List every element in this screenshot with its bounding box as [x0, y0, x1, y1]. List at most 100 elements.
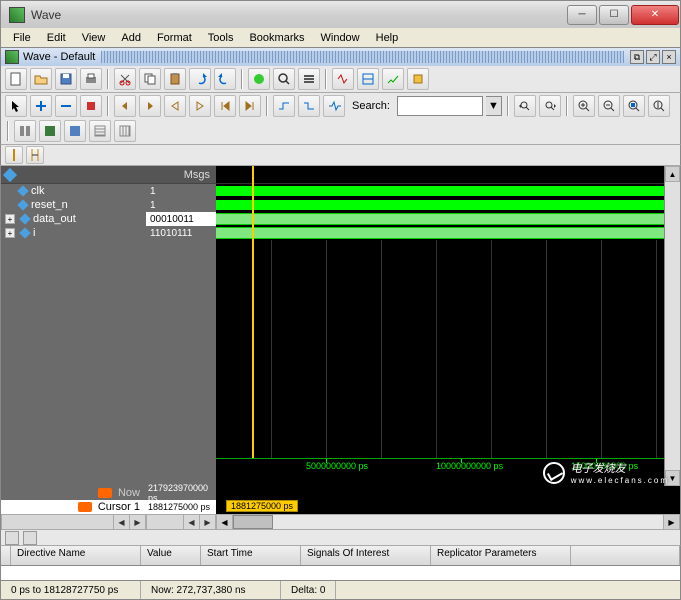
- minimize-button[interactable]: ─: [567, 5, 597, 25]
- watermark-text: 电子发烧友: [571, 463, 626, 475]
- cursor-next-icon[interactable]: [139, 95, 161, 117]
- status-now: Now: 272,737,380 ns: [141, 581, 281, 599]
- col-value[interactable]: Value: [141, 546, 201, 565]
- signal-row-i[interactable]: +i: [1, 226, 146, 240]
- menu-add[interactable]: Add: [113, 30, 149, 46]
- maximize-button[interactable]: ☐: [599, 5, 629, 25]
- save-icon[interactable]: [55, 68, 77, 90]
- cursor-time-box[interactable]: 1881275000 ps: [226, 500, 298, 512]
- waveform-pane[interactable]: 5000000000 ps 10000000000 ps 15000000000…: [216, 166, 664, 486]
- trans-fall-icon[interactable]: [298, 95, 320, 117]
- scroll-up-icon[interactable]: ▲: [665, 166, 680, 182]
- menu-view[interactable]: View: [74, 30, 114, 46]
- cursor-tool-icon[interactable]: [5, 146, 23, 164]
- zoom-full-icon[interactable]: [623, 95, 645, 117]
- menu-window[interactable]: Window: [313, 30, 368, 46]
- cursor-prev-icon[interactable]: [114, 95, 136, 117]
- scroll-left-icon[interactable]: ◀: [217, 515, 233, 529]
- layout5-icon[interactable]: [114, 120, 136, 142]
- status-delta: Delta: 0: [281, 581, 336, 599]
- expand-icon[interactable]: +: [5, 214, 15, 224]
- signal-header: [1, 166, 146, 184]
- col-extra: [571, 546, 680, 565]
- signal-row-clk[interactable]: clk: [1, 184, 146, 198]
- settings-icon[interactable]: [298, 68, 320, 90]
- cut-icon[interactable]: [114, 68, 136, 90]
- tab-filler: [101, 51, 624, 63]
- window-titlebar: Wave ─ ☐ ✕: [0, 0, 681, 28]
- now-label: Now: [118, 487, 140, 499]
- wave-tool3-icon[interactable]: [382, 68, 404, 90]
- edge-last-icon[interactable]: [239, 95, 261, 117]
- scroll-thumb[interactable]: [233, 515, 273, 529]
- undo-icon[interactable]: [189, 68, 211, 90]
- col-start-time[interactable]: Start Time: [201, 546, 301, 565]
- statusbar: 0 ps to 18128727750 ps Now: 272,737,380 …: [0, 580, 681, 600]
- bt-icon-1[interactable]: [5, 531, 19, 545]
- status-range: 0 ps to 18128727750 ps: [1, 581, 141, 599]
- pointer-icon[interactable]: [5, 95, 27, 117]
- edge-next-icon[interactable]: [189, 95, 211, 117]
- col-signals-of-interest[interactable]: Signals Of Interest: [301, 546, 431, 565]
- vertical-scrollbar[interactable]: ▲ ▼: [664, 166, 680, 486]
- undock-icon[interactable]: ⤢: [646, 50, 660, 64]
- search-fwd-icon[interactable]: [539, 95, 561, 117]
- watermark-url: www.elecfans.com: [571, 476, 669, 485]
- layout2-icon[interactable]: [39, 120, 61, 142]
- search-back-icon[interactable]: [514, 95, 536, 117]
- copy-icon[interactable]: [139, 68, 161, 90]
- menu-bookmarks[interactable]: Bookmarks: [241, 30, 312, 46]
- new-icon[interactable]: [5, 68, 27, 90]
- wave-tool2-icon[interactable]: [357, 68, 379, 90]
- paste-icon[interactable]: [164, 68, 186, 90]
- directive-table-header: Directive Name Value Start Time Signals …: [0, 546, 681, 566]
- menu-tools[interactable]: Tools: [200, 30, 242, 46]
- scroll-right-icon[interactable]: ▶: [663, 515, 679, 529]
- signal-row-data-out[interactable]: +data_out: [1, 212, 146, 226]
- layout4-icon[interactable]: [89, 120, 111, 142]
- wave-tool4-icon[interactable]: [407, 68, 429, 90]
- find-icon[interactable]: [273, 68, 295, 90]
- cursor-marker[interactable]: [252, 166, 254, 458]
- expand-all-icon[interactable]: [30, 95, 52, 117]
- search-input[interactable]: [397, 96, 483, 116]
- zoom-in-icon[interactable]: [573, 95, 595, 117]
- edge-first-icon[interactable]: [214, 95, 236, 117]
- tab-close-icon[interactable]: ×: [662, 50, 676, 64]
- col-replicator-parameters[interactable]: Replicator Parameters: [431, 546, 571, 565]
- layout3-icon[interactable]: [64, 120, 86, 142]
- expand-icon[interactable]: +: [5, 228, 15, 238]
- wave-tool1-icon[interactable]: [332, 68, 354, 90]
- wave-hscroll[interactable]: ◀ ▶: [216, 514, 680, 530]
- val-scroll-left-icon[interactable]: ◀: [183, 515, 199, 529]
- dock-icon[interactable]: ⧉: [630, 50, 644, 64]
- print-icon[interactable]: [80, 68, 102, 90]
- menu-format[interactable]: Format: [149, 30, 200, 46]
- menu-help[interactable]: Help: [368, 30, 407, 46]
- trans-rise-icon[interactable]: [273, 95, 295, 117]
- redo-icon[interactable]: [214, 68, 236, 90]
- signal-row-reset-n[interactable]: reset_n: [1, 198, 146, 212]
- trans-any-icon[interactable]: [323, 95, 345, 117]
- cursor-link-icon[interactable]: [26, 146, 44, 164]
- tab-wave-default[interactable]: Wave - Default: [23, 51, 95, 63]
- zoom-out-icon[interactable]: [598, 95, 620, 117]
- bt-icon-2[interactable]: [23, 531, 37, 545]
- edge-prev-icon[interactable]: [164, 95, 186, 117]
- zoom-cursor-icon[interactable]: [648, 95, 670, 117]
- stop-icon[interactable]: [80, 95, 102, 117]
- val-scroll-right-icon[interactable]: ▶: [199, 515, 215, 529]
- open-icon[interactable]: [30, 68, 52, 90]
- col-directive-name[interactable]: Directive Name: [11, 546, 141, 565]
- sig-scroll-right-icon[interactable]: ▶: [129, 515, 145, 529]
- layout1-icon[interactable]: [14, 120, 36, 142]
- menu-edit[interactable]: Edit: [39, 30, 74, 46]
- run-icon[interactable]: [248, 68, 270, 90]
- search-dropdown-icon[interactable]: ▼: [486, 96, 502, 116]
- wave-i: [216, 226, 664, 240]
- sig-scroll-left-icon[interactable]: ◀: [113, 515, 129, 529]
- menu-file[interactable]: File: [5, 30, 39, 46]
- collapse-all-icon[interactable]: [55, 95, 77, 117]
- table-expand-icon[interactable]: [1, 546, 11, 565]
- close-button[interactable]: ✕: [631, 5, 679, 25]
